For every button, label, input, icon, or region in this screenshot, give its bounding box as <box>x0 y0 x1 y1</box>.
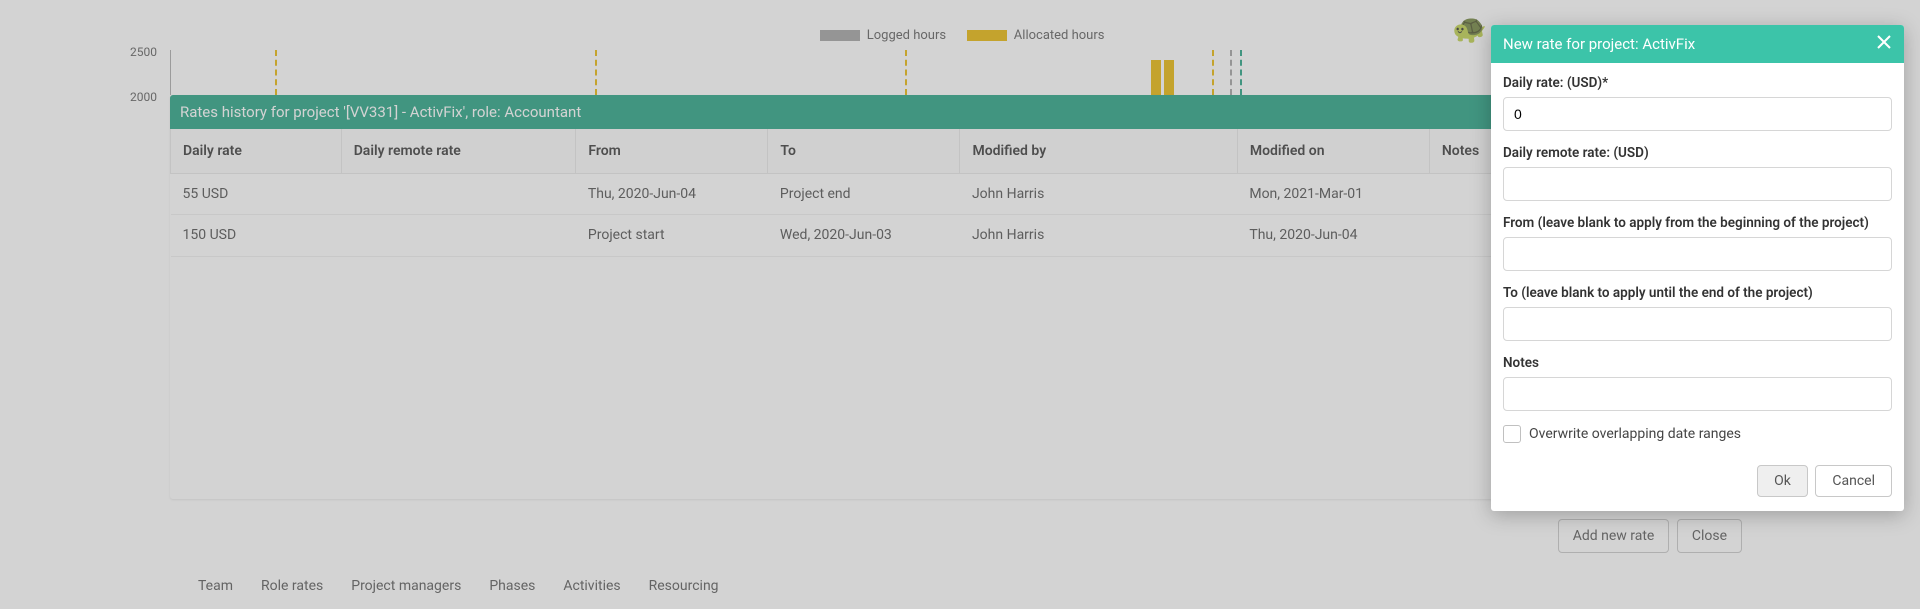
from-date-input[interactable] <box>1503 237 1892 271</box>
label-overwrite: Overwrite overlapping date ranges <box>1529 426 1741 442</box>
new-rate-modal: New rate for project: ActivFix Daily rat… <box>1491 25 1904 511</box>
modal-title: New rate for project: ActivFix <box>1503 35 1695 53</box>
cancel-button[interactable]: Cancel <box>1815 465 1892 497</box>
ok-button[interactable]: Ok <box>1757 465 1808 497</box>
modal-header: New rate for project: ActivFix <box>1491 25 1904 63</box>
to-date-input[interactable] <box>1503 307 1892 341</box>
label-daily-remote-rate: Daily remote rate: (USD) <box>1503 145 1892 161</box>
label-to: To (leave blank to apply until the end o… <box>1503 285 1892 301</box>
notes-input[interactable] <box>1503 377 1892 411</box>
daily-remote-rate-input[interactable] <box>1503 167 1892 201</box>
label-from: From (leave blank to apply from the begi… <box>1503 215 1892 231</box>
label-daily-rate: Daily rate: (USD)* <box>1503 75 1892 91</box>
label-notes: Notes <box>1503 355 1892 371</box>
close-icon[interactable] <box>1876 34 1892 54</box>
daily-rate-input[interactable] <box>1503 97 1892 131</box>
overwrite-checkbox[interactable] <box>1503 425 1521 443</box>
